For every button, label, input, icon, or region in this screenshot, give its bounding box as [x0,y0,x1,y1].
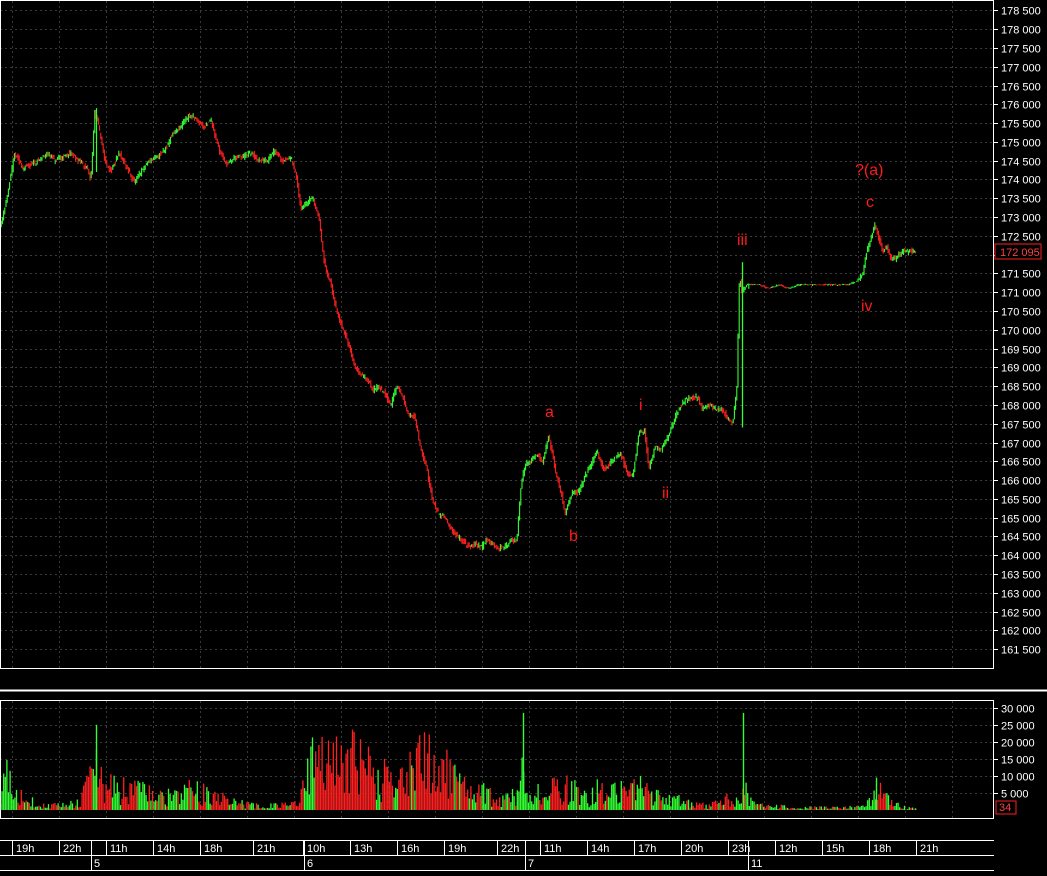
price-tick-label: 177 500 [1001,44,1041,56]
hour-label: 23h [732,843,750,855]
hour-label: 22h [501,843,519,855]
price-panel-frame [0,0,994,669]
hour-label: 19h [448,843,466,855]
price-tick-label: 174 000 [1001,175,1041,187]
hour-label: 21h [257,843,275,855]
price-tick-label: 169 000 [1001,363,1041,375]
price-tick-label: 162 000 [1001,626,1041,638]
volume-tick-label: 20 000 [1001,738,1035,750]
time-axis: 19h 22h 11h 14h 18h 21h 10h 13h 16h 19h 22h 11h 14h 1… [0,840,994,871]
wave-labels: ?(a) c iii iv a i b ii [545,162,883,545]
hour-label: 11h [544,843,562,855]
hour-label: 17h [638,843,656,855]
price-tick-label: 174 500 [1001,157,1041,169]
last-volume-label: 34 [999,802,1011,814]
price-tick-label: 169 500 [1001,345,1041,357]
price-tick-label: 178 500 [1001,6,1041,18]
day-label: 11 [751,858,762,870]
hour-label: 10h [307,843,325,855]
volume-tick-label: 25 000 [1001,721,1035,733]
price-tick-label: 170 500 [1001,307,1041,319]
price-tick-label: 163 000 [1001,589,1041,601]
hour-label: 22h [63,843,81,855]
volume-tick-label: 30 000 [1001,704,1035,716]
price-volume-chart: 161 500 162 000 162 500 163 000 163 500 164 0… [0,0,1047,871]
price-tick-label: 170 000 [1001,326,1041,338]
price-tick-label: 167 500 [1001,420,1041,432]
day-label: 7 [528,858,534,870]
hour-label: 21h [920,843,938,855]
price-tick-label: 178 000 [1001,25,1041,37]
hour-label: 16h [401,843,419,855]
price-tick-label: 177 000 [1001,63,1041,75]
price-tick-label: 175 500 [1001,119,1041,131]
price-tick-label: 171 000 [1001,288,1041,300]
hour-label: 14h [157,843,175,855]
hour-label: 13h [354,843,372,855]
wave-label-iii: iii [737,232,748,249]
hour-label: 18h [204,843,222,855]
price-grid [0,1,993,668]
volume-bars [0,712,917,810]
last-price-marker: 172 095 [994,243,1042,260]
hour-label: 12h [779,843,797,855]
price-tick-label: 165 500 [1001,495,1041,507]
price-tick-label: 168 500 [1001,382,1041,394]
price-tick-label: 171 500 [1001,269,1041,281]
day-label: 5 [94,858,100,870]
price-tick-label: 166 500 [1001,457,1041,469]
price-tick-label: 166 000 [1001,476,1041,488]
hour-label: 14h [591,843,609,855]
hour-label: 18h [873,843,891,855]
last-volume-marker: 34 [995,800,1017,815]
hour-label: 20h [685,843,703,855]
price-tick-label: 172 500 [1001,232,1041,244]
wave-label-b: b [569,528,578,545]
price-tick-label: 164 000 [1001,551,1041,563]
volume-axis: 5 000 10 000 15 000 20 000 25 000 30 000 [993,704,1035,801]
wave-label-ii: ii [662,485,669,502]
last-price-label: 172 095 [1000,247,1040,259]
price-tick-label: 176 500 [1001,82,1041,94]
hour-label: 19h [16,843,34,855]
price-tick-label: 173 000 [1001,213,1041,225]
price-tick-label: 165 000 [1001,514,1041,526]
wave-label-a: a [545,404,554,421]
volume-tick-label: 5 000 [1001,789,1029,801]
wave-label-q-a: ?(a) [855,162,883,179]
price-axis: 161 500 162 000 162 500 163 000 163 500 164 0… [993,6,1041,657]
hour-label: 15h [826,843,844,855]
price-tick-label: 168 000 [1001,401,1041,413]
price-tick-label: 175 000 [1001,138,1041,150]
wave-label-i: i [639,397,643,414]
price-tick-label: 167 000 [1001,439,1041,451]
price-tick-label: 176 000 [1001,100,1041,112]
price-tick-label: 163 500 [1001,570,1041,582]
hour-label: 11h [110,843,128,855]
wave-label-iv: iv [861,298,873,315]
price-tick-label: 162 500 [1001,608,1041,620]
volume-tick-label: 15 000 [1001,755,1035,767]
wave-label-c: c [866,194,874,211]
volume-tick-label: 10 000 [1001,772,1035,784]
price-tick-label: 173 500 [1001,194,1041,206]
price-bars [0,108,917,552]
day-label: 6 [307,858,313,870]
price-tick-label: 161 500 [1001,645,1041,657]
price-tick-label: 164 500 [1001,532,1041,544]
